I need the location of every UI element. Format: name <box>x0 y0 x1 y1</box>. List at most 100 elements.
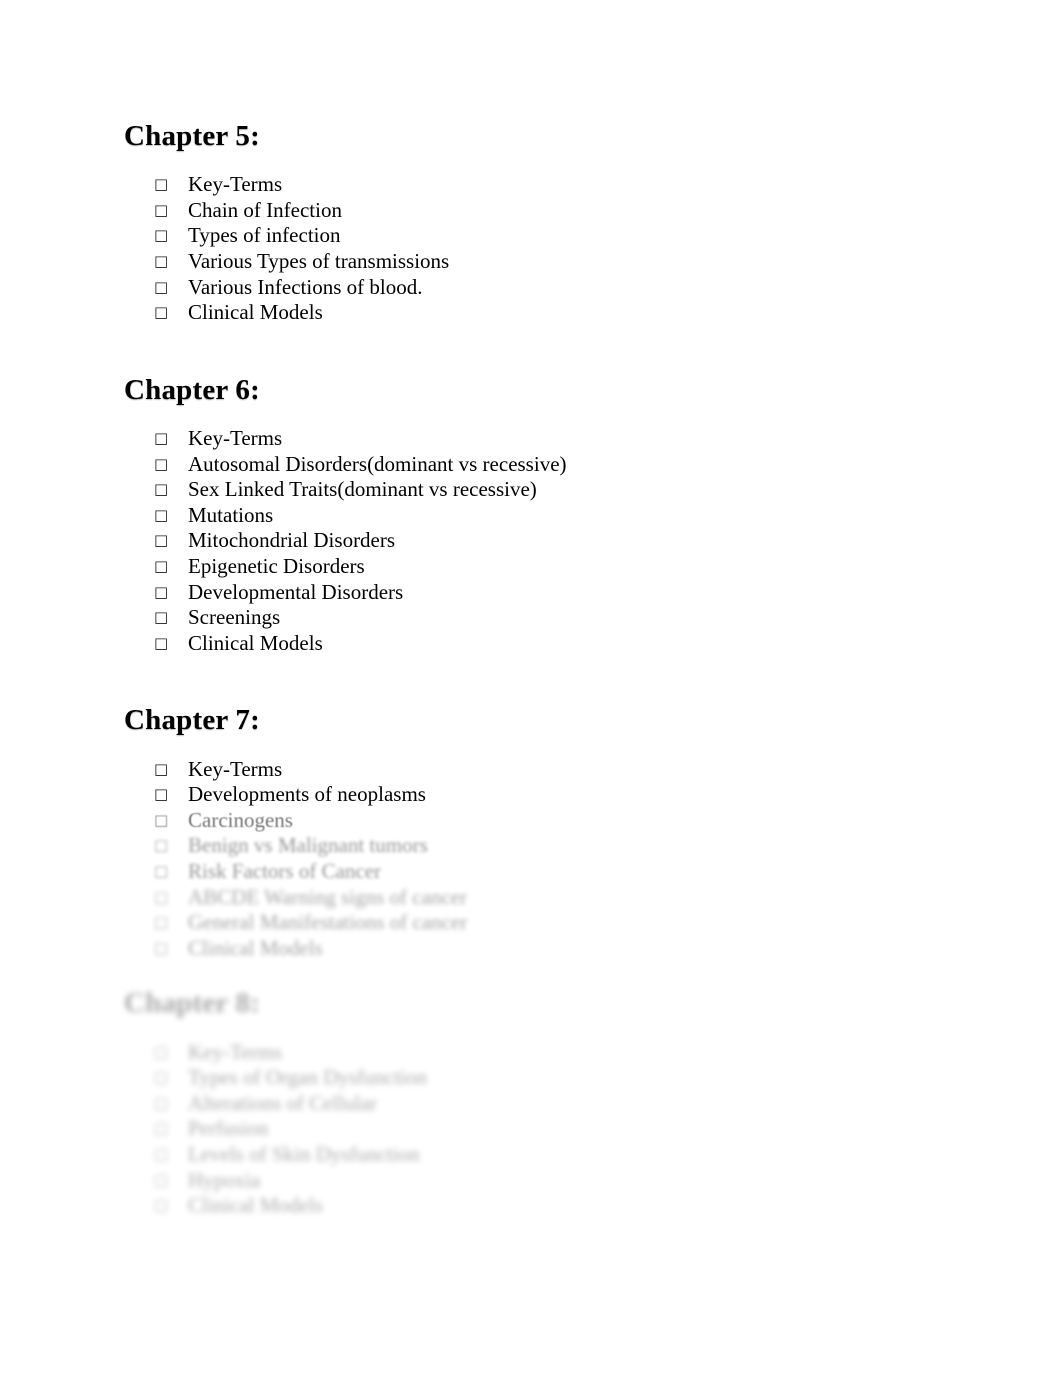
list-item: □ Key-Terms <box>124 426 944 452</box>
list-item-label: ABCDE Warning signs of cancer <box>188 884 468 909</box>
topic-list-7: □ Key-Terms □ Developments of neoplasms □ C… <box>124 757 944 962</box>
list-item-label: Carcinogens <box>188 807 293 832</box>
list-item: □ Benign vs Malignant tumors <box>124 833 944 859</box>
list-item-label: Key-Terms <box>188 756 283 781</box>
list-item-label: Hypoxia <box>188 1167 261 1192</box>
list-item-label: Developmental Disorders <box>188 579 404 604</box>
list-item-label: Clinical Models <box>188 300 323 325</box>
list-item-label: Levels of Skin Dysfunction <box>188 1142 420 1167</box>
topic-list-8: □ Key-Terms □ Types of Organ Dysfunction □… <box>124 1040 944 1219</box>
list-item: □ Clinical Models <box>124 1193 944 1219</box>
square-bullet-icon: □ <box>154 1119 169 1138</box>
square-bullet-icon: □ <box>154 862 169 881</box>
chapter-title-7: Chapter 7: <box>124 704 260 737</box>
square-bullet-icon: □ <box>154 454 169 473</box>
list-item: □ Developmental Disorders <box>124 580 944 606</box>
list-item-label: Perfusion <box>188 1116 269 1141</box>
list-item: □ Chain of Infection <box>124 198 944 224</box>
square-bullet-icon: □ <box>154 810 169 829</box>
chapter-block-7: Chapter 7: □ Key-Terms □ Developments of n… <box>124 702 944 961</box>
list-item: □ Types of Organ Dysfunction <box>124 1065 944 1091</box>
square-bullet-icon: □ <box>154 303 169 322</box>
chapter-title-6: Chapter 6: <box>124 373 260 406</box>
list-item: □ Sex Linked Traits(dominant vs recessive… <box>124 477 944 503</box>
square-bullet-icon: □ <box>154 175 169 194</box>
list-item-label: Autosomal Disorders(dominant vs recessiv… <box>188 451 567 476</box>
list-item-label: Developments of neoplasms <box>188 782 426 807</box>
chapter-block-5: Chapter 5: □ Key-Terms □ Chain of Infectio… <box>124 118 944 326</box>
list-item: □ Screenings <box>124 605 944 631</box>
square-bullet-icon: □ <box>154 633 169 652</box>
square-bullet-icon: □ <box>154 531 169 550</box>
square-bullet-icon: □ <box>154 277 169 296</box>
document-page: Chapter 5: □ Key-Terms □ Chain of Infectio… <box>0 0 1062 1376</box>
list-item-label: Chain of Infection <box>188 197 342 222</box>
list-item: □ Mitochondrial Disorders <box>124 528 944 554</box>
list-item-label: Key-Terms <box>188 172 283 197</box>
topic-list-5: □ Key-Terms □ Chain of Infection □ Types of… <box>124 172 944 326</box>
chapter-block-8: Chapter 8: □ Key-Terms □ Types of Organ Dy… <box>124 985 944 1218</box>
square-bullet-icon: □ <box>154 429 169 448</box>
list-item: □ Carcinogens <box>124 808 944 834</box>
square-bullet-icon: □ <box>154 1196 169 1215</box>
list-item-label: Various Infections of blood. <box>188 274 423 299</box>
square-bullet-icon: □ <box>154 913 169 932</box>
list-item: □ Clinical Models <box>124 300 944 326</box>
chapter-title-8: Chapter 8: <box>124 987 260 1020</box>
list-item-label: Various Types of transmissions <box>188 249 450 274</box>
square-bullet-icon: □ <box>154 252 169 271</box>
list-item: □ Key-Terms <box>124 1040 944 1066</box>
square-bullet-icon: □ <box>154 608 169 627</box>
list-item-label: Clinical Models <box>188 630 323 655</box>
list-item: □ Clinical Models <box>124 936 944 962</box>
square-bullet-icon: □ <box>154 759 169 778</box>
square-bullet-icon: □ <box>154 887 169 906</box>
list-item: □ Epigenetic Disorders <box>124 554 944 580</box>
list-item: □ Alterations of Cellular <box>124 1091 944 1117</box>
list-item-label: Clinical Models <box>188 1193 323 1218</box>
square-bullet-icon: □ <box>154 200 169 219</box>
list-item: □ Types of infection <box>124 223 944 249</box>
square-bullet-icon: □ <box>154 505 169 524</box>
square-bullet-icon: □ <box>154 557 169 576</box>
square-bullet-icon: □ <box>154 1170 169 1189</box>
list-item-label: Screenings <box>188 605 281 630</box>
list-item-label: Clinical Models <box>188 935 323 960</box>
square-bullet-icon: □ <box>154 785 169 804</box>
square-bullet-icon: □ <box>154 1145 169 1164</box>
square-bullet-icon: □ <box>154 1093 169 1112</box>
document-content: Chapter 5: □ Key-Terms □ Chain of Infectio… <box>124 118 944 1219</box>
list-item: □ Clinical Models <box>124 631 944 657</box>
list-item-label: Types of Organ Dysfunction <box>188 1065 428 1090</box>
square-bullet-icon: □ <box>154 1042 169 1061</box>
list-item-label: Epigenetic Disorders <box>188 554 365 579</box>
list-item: □ Developments of neoplasms <box>124 782 944 808</box>
list-item: □ Levels of Skin Dysfunction <box>124 1142 944 1168</box>
list-item-label: Key-Terms <box>188 1039 283 1064</box>
chapter-block-6: Chapter 6: □ Key-Terms □ Autosomal Disorde… <box>124 372 944 657</box>
list-item: □ Hypoxia <box>124 1168 944 1194</box>
square-bullet-icon: □ <box>154 582 169 601</box>
list-item: □ Mutations <box>124 503 944 529</box>
list-item: □ Various Infections of blood. <box>124 275 944 301</box>
list-item-label: Types of infection <box>188 223 341 248</box>
list-item: □ Key-Terms <box>124 172 944 198</box>
list-item-label: Mitochondrial Disorders <box>188 528 396 553</box>
list-item-label: Key-Terms <box>188 426 283 451</box>
chapter-title-5: Chapter 5: <box>124 120 260 152</box>
list-item-label: General Manifestations of cancer <box>188 910 468 935</box>
list-item: □ Various Types of transmissions <box>124 249 944 275</box>
square-bullet-icon: □ <box>154 1068 169 1087</box>
list-item: □ Risk Factors of Cancer <box>124 859 944 885</box>
list-item: □ Autosomal Disorders(dominant vs recessi… <box>124 452 944 478</box>
square-bullet-icon: □ <box>154 836 169 855</box>
list-item-label: Mutations <box>188 502 274 527</box>
list-item-label: Sex Linked Traits(dominant vs recessive) <box>188 477 537 502</box>
list-item: □ Perfusion <box>124 1116 944 1142</box>
square-bullet-icon: □ <box>154 480 169 499</box>
topic-list-6: □ Key-Terms □ Autosomal Disorders(dominant… <box>124 426 944 656</box>
list-item: □ ABCDE Warning signs of cancer <box>124 885 944 911</box>
list-item-label: Alterations of Cellular <box>188 1090 377 1115</box>
square-bullet-icon: □ <box>154 938 169 957</box>
square-bullet-icon: □ <box>154 226 169 245</box>
